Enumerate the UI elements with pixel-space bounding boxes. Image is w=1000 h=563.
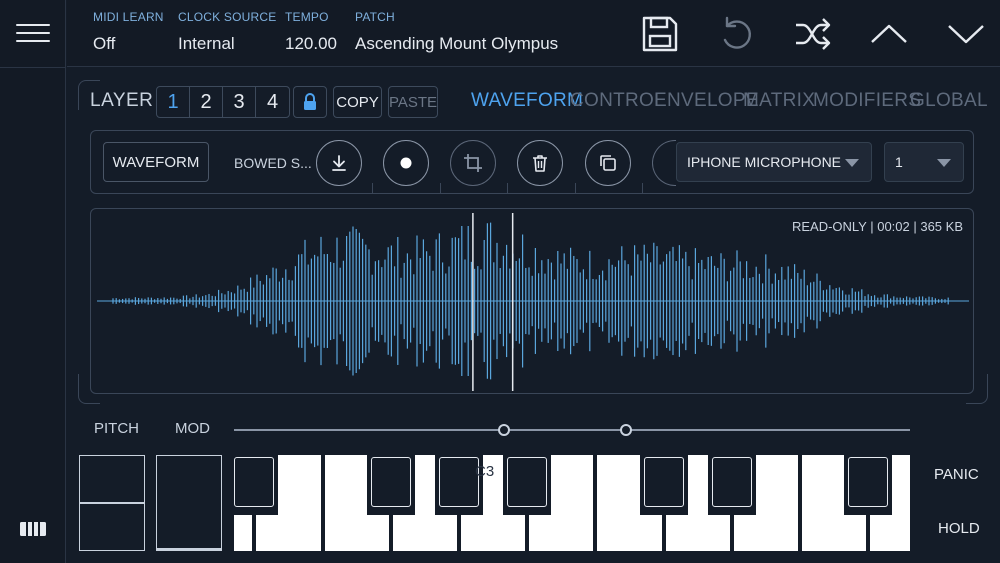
keyboard-toggle-icon[interactable] — [19, 519, 47, 539]
key-label: C3 — [475, 463, 495, 480]
crop-icon — [464, 154, 482, 172]
waveform-canvas — [97, 213, 969, 391]
range-start-handle[interactable] — [498, 424, 511, 436]
download-icon — [332, 155, 346, 171]
black-key[interactable] — [366, 455, 415, 515]
record-button[interactable] — [383, 140, 429, 186]
black-key-outline — [370, 457, 411, 507]
channel-select[interactable]: 1 — [884, 142, 964, 182]
copy-button[interactable]: COPY — [333, 86, 382, 118]
clock-source-label: CLOCK SOURCE — [178, 10, 277, 24]
black-key-outline — [711, 457, 752, 507]
midi-learn-field[interactable]: MIDI LEARN Off — [93, 10, 164, 54]
black-key-outline — [439, 457, 480, 507]
save-icon[interactable] — [640, 14, 680, 54]
layer-2-button[interactable]: 2 — [190, 87, 223, 117]
copy-icon — [600, 155, 616, 171]
black-key-outline — [507, 457, 548, 507]
midi-learn-value: Off — [93, 34, 116, 53]
hold-button[interactable]: HOLD — [938, 520, 980, 537]
tempo-field[interactable]: TEMPO 120.00 — [285, 10, 337, 54]
shuffle-icon[interactable] — [793, 14, 833, 54]
input-source-select[interactable]: IPHONE MICROPHONE — [676, 142, 872, 182]
top-bar: MIDI LEARN Off CLOCK SOURCE Internal TEM… — [67, 0, 1000, 67]
layer-3-button[interactable]: 3 — [223, 87, 256, 117]
input-source-value: IPHONE MICROPHONE — [687, 154, 842, 170]
layer-4-button[interactable]: 4 — [256, 87, 289, 117]
tab-control[interactable]: CONTROL — [570, 90, 665, 112]
menu-icon[interactable] — [16, 22, 50, 44]
waveform-display[interactable]: READ-ONLY | 00:02 | 365 KB — [90, 208, 974, 394]
black-key[interactable] — [639, 455, 688, 515]
patch-field[interactable]: PATCH Ascending Mount Olympus — [355, 10, 558, 54]
black-key[interactable] — [503, 455, 552, 515]
toolbar-tick — [575, 183, 576, 193]
tab-matrix[interactable]: MATRIX — [743, 90, 815, 112]
patch-name: Ascending Mount Olympus — [355, 34, 559, 53]
delete-button[interactable] — [517, 140, 563, 186]
layer-selector: 1 2 3 4 — [156, 86, 290, 118]
tab-global[interactable]: GLOBAL — [910, 90, 988, 112]
tab-modifiers[interactable]: MODIFIERS — [813, 90, 921, 112]
clock-source-value: Internal — [178, 34, 235, 53]
undo-icon[interactable] — [717, 14, 757, 54]
mod-wheel[interactable] — [156, 455, 222, 551]
dropdown-arrow-icon — [845, 159, 859, 167]
mod-label: MOD — [175, 420, 210, 437]
rail-divider — [0, 67, 66, 68]
record-icon — [400, 157, 412, 169]
chevron-down-icon[interactable] — [946, 14, 986, 54]
crop-button[interactable] — [450, 140, 496, 186]
duplicate-button[interactable] — [585, 140, 631, 186]
toolbar-tick — [372, 183, 373, 193]
layer-1-button[interactable]: 1 — [157, 87, 190, 117]
black-key-outline — [848, 457, 889, 507]
toolbar-tick — [440, 183, 441, 193]
piano-keyboard[interactable]: C3C4 — [234, 455, 910, 551]
toolbar-tick — [507, 183, 508, 193]
waveform-info: READ-ONLY | 00:02 | 365 KB — [791, 219, 963, 234]
tab-waveform[interactable]: WAVEFORM — [471, 90, 583, 112]
range-end-handle[interactable] — [620, 424, 633, 436]
mod-wheel-level — [157, 548, 221, 550]
chevron-up-icon[interactable] — [869, 14, 909, 54]
black-key[interactable] — [707, 455, 756, 515]
sample-name: BOWED S... — [234, 155, 312, 171]
dropdown-arrow-icon — [937, 159, 951, 167]
black-key-outline — [234, 457, 275, 507]
paste-button[interactable]: PASTE — [388, 86, 438, 118]
import-button[interactable] — [316, 140, 362, 186]
tempo-label: TEMPO — [285, 10, 329, 24]
lock-button[interactable] — [293, 86, 327, 118]
black-key[interactable] — [234, 455, 279, 515]
keyboard-range-track[interactable] — [234, 429, 910, 431]
waveform-type-button[interactable]: WAVEFORM — [103, 142, 209, 182]
panic-button[interactable]: PANIC — [934, 466, 979, 483]
pitch-wheel[interactable] — [79, 455, 145, 551]
clock-source-field[interactable]: CLOCK SOURCE Internal — [178, 10, 276, 54]
pitch-wheel-center — [80, 502, 144, 504]
pitch-label: PITCH — [94, 420, 139, 437]
black-key-outline — [643, 457, 684, 507]
patch-label: PATCH — [355, 10, 395, 24]
left-rail — [0, 0, 66, 563]
black-key[interactable] — [844, 455, 893, 515]
trash-icon — [533, 155, 547, 172]
lock-icon — [304, 93, 316, 110]
toolbar-tick — [642, 183, 643, 193]
layer-label: LAYER — [90, 90, 154, 111]
midi-learn-label: MIDI LEARN — [93, 10, 164, 24]
channel-value: 1 — [895, 154, 903, 170]
tempo-value: 120.00 — [285, 34, 337, 53]
